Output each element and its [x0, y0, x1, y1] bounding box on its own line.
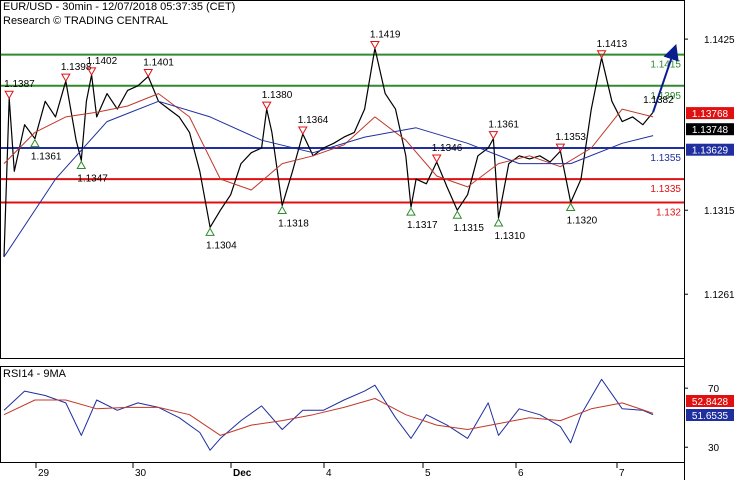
- pivot-low-label: 1.1317: [407, 220, 438, 231]
- series-rsi: [3, 378, 654, 451]
- rsi-panel-frame: [0, 366, 685, 463]
- pivot-high-label: 1.1413: [597, 39, 628, 50]
- pivot-low-label: 1.1310: [495, 231, 526, 242]
- x-tick-label: 4: [326, 468, 332, 479]
- series-price: [3, 47, 654, 257]
- pivot-high-marker: [488, 131, 499, 140]
- pivot-high-label: 1.1387: [4, 79, 35, 90]
- pivot-high-label: 1.1402: [87, 56, 118, 67]
- pivot-high-label: 1.1380: [262, 90, 293, 101]
- pivot-low-label: 1.1320: [567, 215, 598, 226]
- chart-canvas: 1.14251.13151.126129 30 Dec 4 5 6 71.14151.139…: [0, 0, 735, 480]
- pivot-low-marker: [76, 160, 87, 169]
- level-label: 1.132: [656, 207, 681, 218]
- price-y-tick-label: 1.1261: [704, 290, 735, 301]
- pivot-low-label: 1.1347: [77, 173, 108, 184]
- pivot-high-marker: [370, 40, 380, 50]
- price-tag-label: 1.13748: [692, 125, 729, 136]
- price-y-tick-label: 1.1425: [704, 35, 735, 46]
- x-tick-label: Dec: [233, 468, 252, 479]
- pivot-high-marker: [297, 126, 308, 136]
- pivot-high-label: 1.1353: [555, 132, 586, 143]
- pivot-low-label: 1.1361: [31, 152, 62, 163]
- x-tick-label: 29: [38, 468, 50, 479]
- pivot-high-marker: [261, 101, 272, 111]
- level-label: 1.1355: [650, 153, 681, 164]
- x-tick-label: 7: [619, 468, 625, 479]
- pivot-low-marker: [452, 210, 463, 219]
- pivot-high-label: 1.1401: [143, 57, 174, 68]
- pivot-high-label: 1.1346: [432, 143, 463, 154]
- x-tick-label: 30: [135, 468, 147, 479]
- rsi-y-tick-label: 70: [708, 384, 720, 395]
- pivot-high-label: 1.1364: [298, 115, 329, 126]
- pivot-high-label: 1.1419: [370, 29, 401, 40]
- x-tick-label: 5: [425, 468, 431, 479]
- pivot-low-marker: [406, 207, 416, 216]
- rsi-tag-label: 52.8428: [692, 397, 729, 408]
- pivot-high-marker: [4, 90, 15, 100]
- price-tag-label: 1.13629: [692, 146, 729, 157]
- pivot-high-marker: [431, 154, 442, 164]
- rsi-tag-label: 51.6535: [692, 411, 729, 422]
- pivot-low-marker: [277, 205, 288, 215]
- pivot-low-marker: [205, 227, 215, 236]
- x-tick-label: 6: [518, 468, 524, 479]
- pivot-low-marker: [30, 138, 40, 148]
- level-label: 1.1415: [650, 60, 681, 71]
- pivot-high-label: 1.1361: [488, 120, 519, 131]
- price-y-tick-label: 1.1315: [704, 206, 735, 217]
- level-label: 1.1335: [650, 184, 681, 195]
- rsi-y-tick-label: 30: [708, 443, 720, 454]
- price-tag-label: 1.13768: [692, 109, 729, 120]
- pivot-label: 1.1382: [643, 95, 674, 106]
- pivot-low-marker: [493, 217, 504, 227]
- pivot-low-label: 1.1304: [206, 240, 237, 251]
- pivot-low-label: 1.1318: [278, 219, 309, 230]
- pivot-low-marker: [565, 202, 576, 211]
- pivot-low-label: 1.1315: [453, 223, 484, 234]
- pivot-high-marker: [60, 73, 71, 83]
- series-rsi_ma: [3, 398, 654, 436]
- pivot-high-marker: [143, 68, 154, 78]
